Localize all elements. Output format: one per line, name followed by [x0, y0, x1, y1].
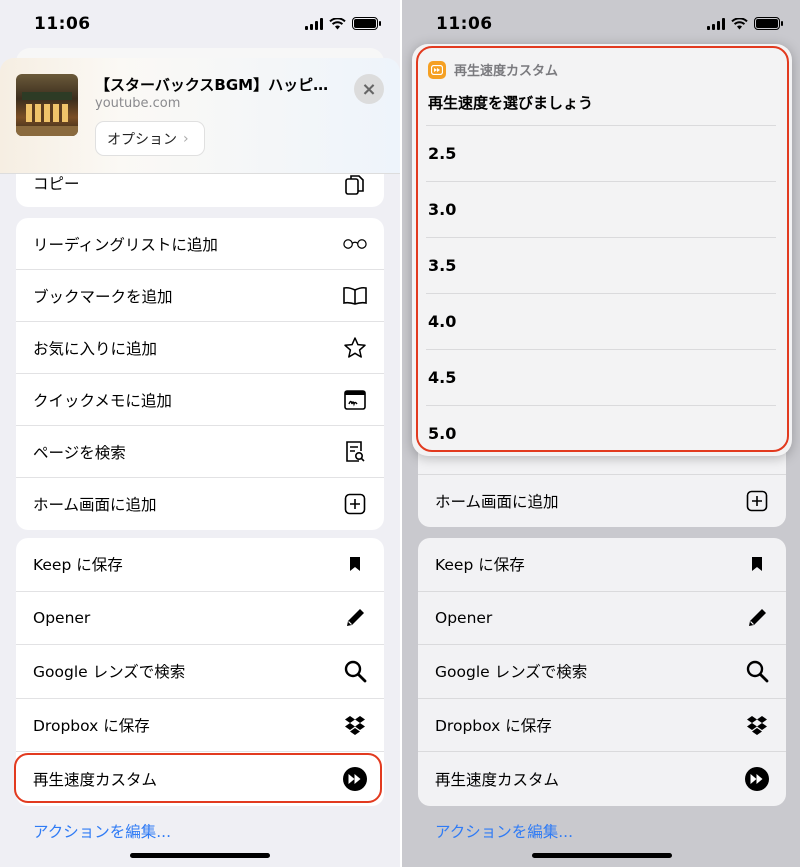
- dropbox-icon: [744, 712, 770, 738]
- dropbox-icon: [342, 712, 368, 738]
- close-button[interactable]: ×: [354, 74, 384, 104]
- row-label: Opener: [33, 608, 91, 627]
- reading-list-row[interactable]: リーディングリストに追加: [16, 218, 384, 270]
- fast-forward-icon: [744, 766, 770, 792]
- page-domain: youtube.com: [95, 96, 181, 111]
- battery-icon: [352, 17, 381, 30]
- cellular-signal-icon: [305, 17, 323, 30]
- keep-save-row[interactable]: Keep に保存: [418, 538, 786, 592]
- find-in-page-icon: [342, 439, 368, 465]
- wifi-icon: [329, 17, 346, 29]
- row-label: ブックマークを追加: [33, 287, 173, 306]
- highlight-box: [416, 46, 789, 452]
- row-label: ホーム画面に追加: [435, 493, 559, 511]
- options-label: オプション: [107, 131, 177, 148]
- chevron-right-icon: ›: [183, 130, 189, 147]
- edit-actions-link[interactable]: アクションを編集...: [33, 820, 171, 842]
- row-label: お気に入りに追加: [33, 339, 158, 358]
- cellular-signal-icon: [707, 17, 725, 30]
- add-square-icon: [342, 491, 368, 517]
- right-screen: 11:06 ホーム画面に追加 Keep に保存 Opener Google レン…: [400, 0, 800, 867]
- home-indicator: [130, 853, 270, 858]
- copy-icon: [342, 174, 368, 198]
- glasses-icon: [342, 231, 368, 257]
- close-icon: ×: [361, 78, 377, 100]
- copy-label: コピー: [33, 175, 80, 193]
- add-to-home-row[interactable]: ホーム画面に追加: [16, 478, 384, 530]
- pencil-icon: [342, 605, 368, 631]
- copy-row[interactable]: コピー: [16, 174, 384, 207]
- row-label: Keep に保存: [435, 556, 525, 575]
- row-label: クイックメモに追加: [33, 391, 172, 410]
- row-label: Google レンズで検索: [33, 663, 186, 682]
- status-time: 11:06: [436, 14, 493, 34]
- dropbox-save-row[interactable]: Dropbox に保存: [16, 699, 384, 752]
- row-label: ページを検索: [33, 443, 126, 462]
- battery-icon: [754, 17, 783, 30]
- row-label: ホーム画面に追加: [33, 496, 157, 514]
- magnifier-icon: [342, 658, 368, 684]
- page-title: 【スターバックスBGM】ハッピ…: [95, 76, 329, 94]
- row-label: Keep に保存: [33, 556, 123, 575]
- opener-row[interactable]: Opener: [418, 592, 786, 645]
- keep-save-row[interactable]: Keep に保存: [16, 538, 384, 592]
- row-label: Opener: [435, 608, 493, 627]
- actions-group-2: Keep に保存 Opener Google レンズで検索 Dropbox に保…: [418, 538, 786, 806]
- status-bar: 11:06: [0, 0, 400, 48]
- options-button[interactable]: オプション ›: [95, 121, 205, 156]
- add-square-icon: [744, 488, 770, 514]
- google-lens-row[interactable]: Google レンズで検索: [418, 645, 786, 699]
- video-thumbnail: [16, 74, 78, 136]
- quick-note-row[interactable]: クイックメモに追加: [16, 374, 384, 426]
- bookmark-icon: [744, 551, 770, 577]
- edit-actions-link[interactable]: アクションを編集...: [435, 820, 573, 842]
- find-in-page-row[interactable]: ページを検索: [16, 426, 384, 478]
- home-indicator: [532, 853, 672, 858]
- dropbox-save-row[interactable]: Dropbox に保存: [418, 699, 786, 752]
- bookmark-icon: [342, 551, 368, 577]
- actions-group-1: リーディングリストに追加 ブックマークを追加 お気に入りに追加 クイックメモに追…: [16, 218, 384, 530]
- quick-note-icon: [342, 387, 368, 413]
- status-bar: 11:06: [402, 0, 800, 48]
- copy-group: コピー: [16, 174, 384, 207]
- book-icon: [342, 283, 368, 309]
- row-label: Dropbox に保存: [435, 716, 552, 735]
- bookmark-add-row[interactable]: ブックマークを追加: [16, 270, 384, 322]
- pencil-icon: [744, 605, 770, 631]
- add-to-home-row[interactable]: ホーム画面に追加: [418, 475, 786, 527]
- highlight-box: [14, 753, 382, 803]
- row-label: リーディングリストに追加: [33, 235, 218, 254]
- wifi-icon: [731, 17, 748, 29]
- row-label: Google レンズで検索: [435, 663, 588, 682]
- magnifier-icon: [744, 658, 770, 684]
- left-screen: 11:06 【スターバックスBGM】ハッピ… youtube.com オプション…: [0, 0, 400, 867]
- speed-custom-row[interactable]: 再生速度カスタム: [418, 752, 786, 806]
- favorites-add-row[interactable]: お気に入りに追加: [16, 322, 384, 374]
- google-lens-row[interactable]: Google レンズで検索: [16, 645, 384, 699]
- row-label: Dropbox に保存: [33, 716, 150, 735]
- row-label: 再生速度カスタム: [435, 770, 560, 789]
- opener-row[interactable]: Opener: [16, 592, 384, 645]
- star-icon: [342, 335, 368, 361]
- status-time: 11:06: [34, 14, 91, 34]
